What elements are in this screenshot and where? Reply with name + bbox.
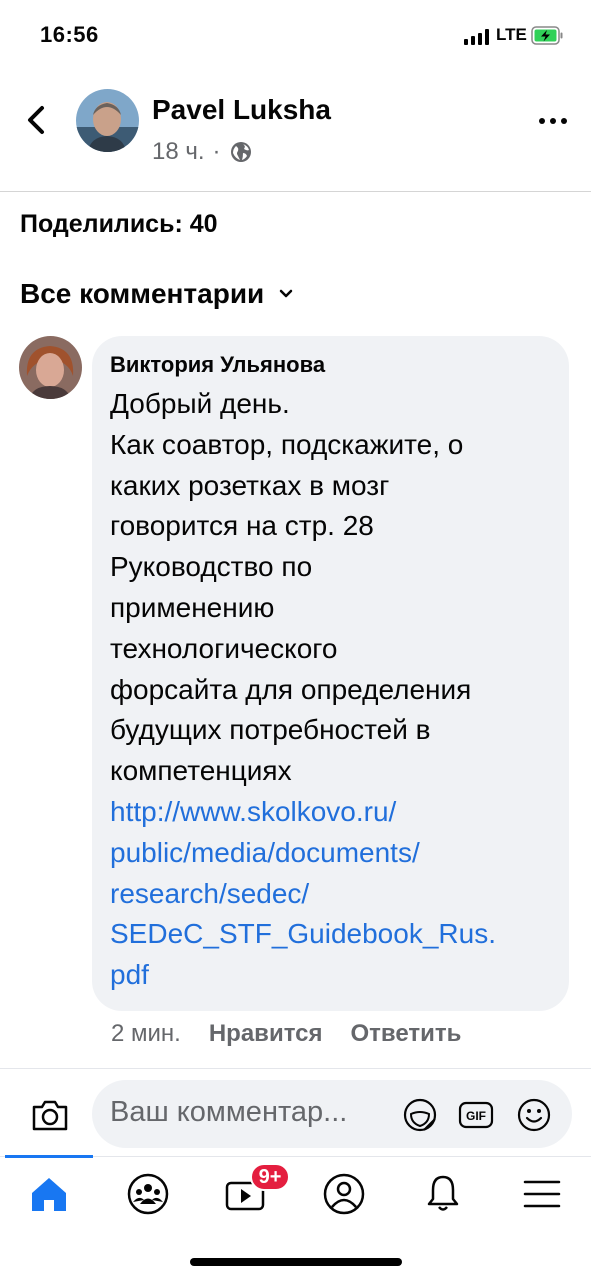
sticker-icon[interactable] (402, 1097, 438, 1133)
globe-icon (230, 142, 251, 162)
comment-composer[interactable]: GIF (92, 1080, 572, 1148)
comments-filter[interactable]: Все комментарии (20, 278, 294, 310)
comment-text: Добрый день. Как соавтор, подскажите, о … (110, 384, 551, 792)
comment-input[interactable] (110, 1096, 400, 1129)
post-meta: 18 ч. · (152, 138, 253, 166)
comment-line: технологического (110, 632, 338, 664)
link-line[interactable]: http://www.skolkovo.ru/ (110, 792, 551, 833)
video-badge: 9+ (250, 1163, 290, 1191)
camera-icon[interactable] (30, 1097, 70, 1133)
active-tab-indicator (5, 1155, 93, 1158)
comment-time: 2 мин. (111, 1020, 181, 1047)
comment-actions: 2 мин. Нравится Ответить (111, 1020, 461, 1048)
home-indicator (190, 1258, 402, 1266)
shares-count[interactable]: Поделились: 40 (20, 210, 218, 239)
comment-line: говорится на стр. 28 (110, 510, 374, 542)
status-bar: 16:56 LTE (0, 0, 591, 70)
comment-line: каких розетках в мозг (110, 469, 390, 501)
profile-icon[interactable] (321, 1171, 367, 1217)
commenter-avatar[interactable] (19, 336, 82, 399)
post-time: 18 ч. (152, 138, 205, 165)
comment-line: Как соавтор, подскажите, о (110, 428, 464, 460)
reply-button[interactable]: Ответить (350, 1020, 461, 1048)
link-line[interactable]: SEDeC_STF_Guidebook_Rus. (110, 914, 551, 955)
comment-line: Добрый день. (110, 388, 290, 419)
network-type: LTE (496, 25, 527, 44)
like-button[interactable]: Нравится (209, 1020, 323, 1048)
comment-line: Руководство по (110, 551, 313, 583)
home-icon[interactable] (26, 1171, 72, 1217)
post-header: Pavel Luksha 18 ч. · (0, 80, 591, 192)
more-icon[interactable] (538, 116, 568, 126)
emoji-icon[interactable] (516, 1097, 552, 1133)
commenter-name[interactable]: Виктория Ульянова (110, 352, 551, 378)
author-avatar[interactable] (76, 89, 139, 152)
comment-line: компетенциях (110, 755, 292, 787)
comment-line: форсайта для определения (110, 673, 472, 705)
battery-icon (531, 26, 563, 45)
meta-separator: · (212, 138, 221, 165)
gif-icon[interactable]: GIF (458, 1097, 494, 1133)
bell-icon[interactable] (420, 1171, 466, 1217)
status-time: 16:56 (40, 22, 99, 47)
chevron-down-icon (280, 289, 293, 298)
comment-bubble[interactable]: Виктория Ульянова Добрый день. Как соавт… (92, 336, 569, 1011)
author-name[interactable]: Pavel Luksha (152, 94, 331, 126)
back-icon[interactable] (22, 102, 52, 138)
groups-icon[interactable] (125, 1171, 171, 1217)
link-line[interactable]: pdf (110, 955, 551, 996)
comment-line: будущих потребностей в (110, 714, 431, 746)
link-line[interactable]: research/sedec/ (110, 874, 551, 915)
divider (0, 1068, 591, 1069)
comment-link[interactable]: http://www.skolkovo.ru/ public/media/doc… (110, 792, 551, 996)
comment-line: применению (110, 591, 275, 623)
tab-bar: 9+ (0, 1155, 591, 1236)
link-line[interactable]: public/media/documents/ (110, 833, 551, 874)
svg-text:GIF: GIF (466, 1109, 486, 1123)
signal-icon (464, 29, 490, 45)
menu-icon[interactable] (519, 1171, 565, 1217)
comments-filter-label: Все комментарии (20, 278, 265, 309)
